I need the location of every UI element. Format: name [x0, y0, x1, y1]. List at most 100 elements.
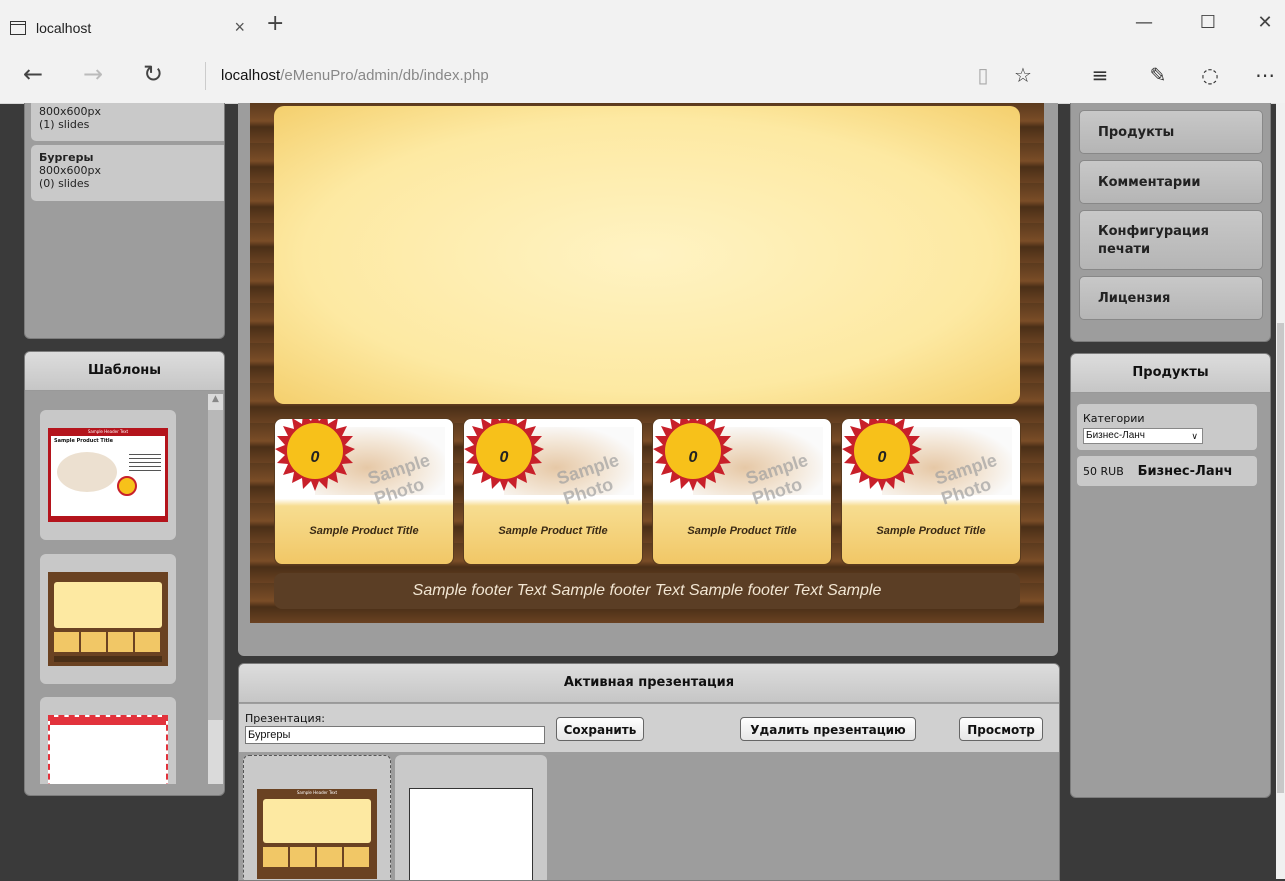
presentation-field-label: Презентация: — [245, 712, 325, 725]
template-lines — [129, 454, 161, 474]
address-bar[interactable]: localhost/eMenuPro/admin/db/index.php — [205, 62, 871, 90]
category-select[interactable]: Бизнес-Ланч ∨ — [1083, 428, 1203, 444]
product-title: Sample Product Title — [687, 525, 797, 537]
template-badge — [117, 476, 137, 496]
new-slide-thumbnail[interactable] — [395, 755, 547, 880]
active-presentation-panel: Активная презентация Презентация: Бургер… — [238, 663, 1060, 881]
slides-list-panel: 800x600px (1) slides Бургеры 800x600px (… — [24, 103, 225, 339]
tab-title: localhost — [36, 20, 92, 36]
slide-size: 800x600px — [39, 105, 101, 118]
page-scroll-thumb[interactable] — [1277, 323, 1284, 793]
template-photo — [57, 452, 117, 492]
product-title: Sample Product Title — [309, 525, 419, 537]
slide-name: Бургеры — [39, 151, 94, 164]
slide-size: 800x600px — [39, 164, 101, 177]
template-thumbnail[interactable]: Sample Product Title Sample Header Text — [40, 410, 176, 540]
page-scrollbar[interactable] — [1276, 103, 1285, 879]
slide-editor-panel: Sample Photo 0 Sample Product Title Samp… — [238, 103, 1058, 656]
presentation-form: Презентация: Бургеры Сохранить Удалить п… — [239, 704, 1059, 752]
photo-label: Sample Photo — [743, 449, 811, 509]
template-footer — [54, 656, 162, 662]
product-title: Sample Product Title — [498, 525, 608, 537]
close-window-button[interactable]: ✕ — [1245, 12, 1285, 33]
product-card[interactable]: Sample Photo 0 Sample Product Title — [463, 418, 643, 565]
slide-count: (0) slides — [39, 177, 90, 190]
browser-chrome: localhost × + — ☐ ✕ ← → ↻ localhost/eMen… — [0, 0, 1285, 104]
product-list-item[interactable]: 50 RUB Бизнес-Ланч — [1077, 456, 1257, 486]
presentation-name-input[interactable]: Бургеры — [245, 726, 545, 744]
empty-slide-placeholder — [409, 788, 533, 880]
slide-thumb-content — [263, 799, 371, 843]
hub-icon[interactable]: ≡ — [1085, 62, 1115, 88]
right-menu-panel: Продукты Комментарии Конфигурация печати… — [1070, 103, 1271, 342]
url-host: localhost — [221, 67, 281, 84]
save-button[interactable]: Сохранить — [556, 717, 644, 741]
scroll-up-icon[interactable]: ▲ — [208, 394, 223, 404]
template-wood-frame — [48, 572, 168, 666]
refresh-icon[interactable]: ↻ — [138, 62, 168, 86]
tab-close-icon[interactable]: × — [234, 17, 245, 38]
template-content-box — [54, 582, 162, 628]
scroll-thumb[interactable] — [208, 410, 223, 720]
photo-label: Sample Photo — [932, 449, 1000, 509]
delete-presentation-button[interactable]: Удалить презентацию — [740, 717, 916, 741]
badge-value: 0 — [688, 449, 698, 466]
forward-arrow-icon[interactable]: → — [78, 62, 108, 86]
browser-tab[interactable]: localhost × — [10, 10, 260, 46]
url-path: /eMenuPro/admin/db/index.php — [280, 67, 489, 84]
back-arrow-icon[interactable]: ← — [18, 62, 48, 86]
menu-print-config-button[interactable]: Конфигурация печати — [1079, 210, 1263, 270]
products-panel: Продукты Категории Бизнес-Ланч ∨ 50 RUB … — [1070, 353, 1271, 798]
share-icon[interactable]: ◌ — [1195, 62, 1225, 88]
photo-label: Sample Photo — [554, 449, 622, 509]
web-note-icon[interactable]: ✎ — [1143, 62, 1173, 88]
preview-button[interactable]: Просмотр — [959, 717, 1043, 741]
template-product-title: Sample Product Title — [54, 438, 114, 444]
slide-count: (1) slides — [39, 118, 90, 131]
maximize-button[interactable]: ☐ — [1188, 12, 1228, 33]
slide-thumb-wood: Sample Header Text — [257, 789, 377, 879]
slide-canvas[interactable]: Sample Photo 0 Sample Product Title Samp… — [250, 103, 1044, 623]
slide-item[interactable]: Бургеры 800x600px (0) slides — [31, 145, 224, 201]
presentation-slide-thumbnail[interactable]: Sample Header Text — [243, 755, 391, 880]
slide-item[interactable]: 800x600px (1) slides — [31, 103, 224, 141]
new-tab-button[interactable]: + — [266, 13, 284, 35]
product-title: Sample Product Title — [876, 525, 986, 537]
menu-products-button[interactable]: Продукты — [1079, 110, 1263, 154]
templates-scroll-area[interactable]: Sample Product Title Sample Header Text … — [25, 394, 224, 784]
templates-scrollbar[interactable]: ▲ — [208, 394, 223, 784]
badge-value: 0 — [310, 449, 320, 466]
categories-box: Категории Бизнес-Ланч ∨ — [1077, 404, 1257, 450]
more-icon[interactable]: ⋯ — [1250, 62, 1280, 88]
reading-view-icon[interactable]: ▯ — [968, 62, 998, 88]
template-red-header — [50, 717, 166, 725]
slide-thumb-products — [263, 847, 371, 867]
product-card[interactable]: Sample Photo 0 Sample Product Title — [274, 418, 454, 565]
templates-title: Шаблоны — [25, 352, 224, 391]
slide-footer-text[interactable]: Sample footer Text Sample footer Text Sa… — [274, 573, 1020, 609]
menu-license-button[interactable]: Лицензия — [1079, 276, 1263, 320]
template-red-frame: Sample Product Title Sample Header Text — [48, 428, 168, 522]
tab-page-icon — [10, 21, 26, 35]
template-white-area: Sample Product Title — [51, 436, 165, 516]
badge-value: 0 — [499, 449, 509, 466]
photo-label: Sample Photo — [365, 449, 433, 509]
product-card[interactable]: Sample Photo 0 Sample Product Title — [841, 418, 1021, 565]
templates-panel: Шаблоны Sample Product Title Sample Head… — [24, 351, 225, 796]
product-name: Бизнес-Ланч — [1137, 464, 1233, 479]
template-thumbnail[interactable] — [40, 554, 176, 684]
category-selected-value: Бизнес-Ланч — [1086, 430, 1146, 441]
menu-comments-button[interactable]: Комментарии — [1079, 160, 1263, 204]
template-thumbnail[interactable] — [40, 697, 176, 784]
favorite-star-icon[interactable]: ☆ — [1008, 62, 1038, 88]
product-card[interactable]: Sample Photo 0 Sample Product Title — [652, 418, 832, 565]
slide-thumb-header: Sample Header Text — [296, 790, 338, 795]
template-header-text: Sample Header Text — [87, 429, 129, 434]
template-dashed-frame — [48, 715, 168, 784]
minimize-button[interactable]: — — [1124, 12, 1164, 33]
slide-content-box[interactable] — [274, 106, 1020, 404]
template-product-row — [54, 632, 162, 652]
badge-value: 0 — [877, 449, 887, 466]
product-price: 50 RUB — [1083, 465, 1124, 478]
chevron-down-icon: ∨ — [1191, 431, 1198, 441]
